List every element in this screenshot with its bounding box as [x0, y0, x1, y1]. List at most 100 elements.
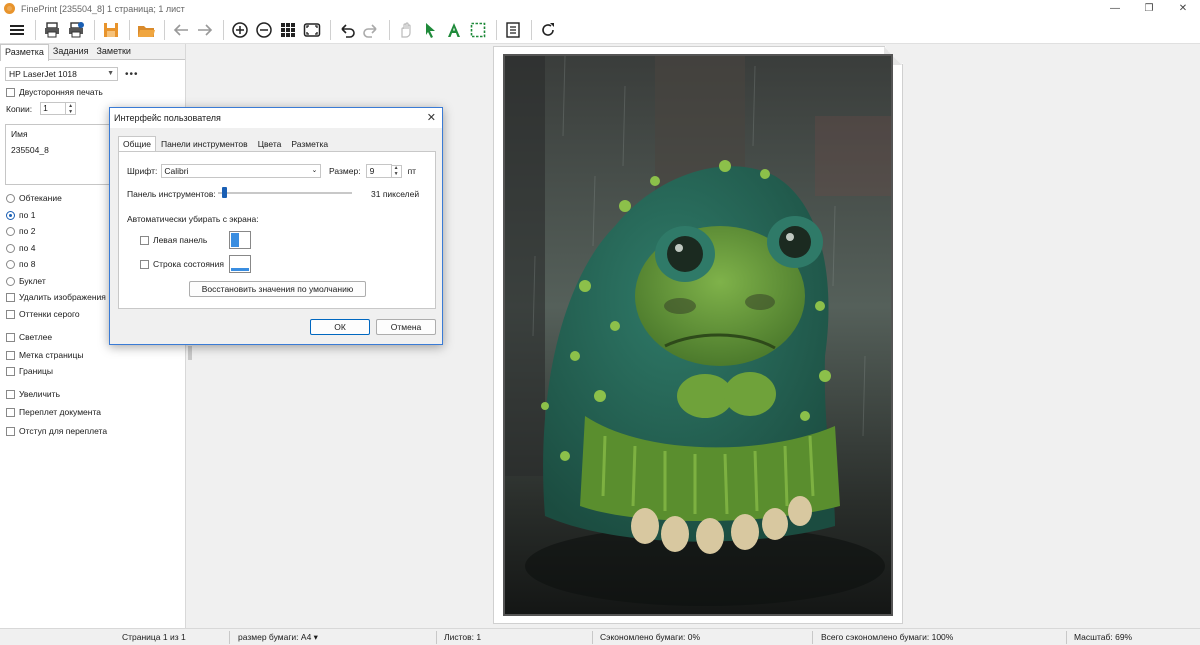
- tab-layout[interactable]: Разметка: [0, 44, 49, 61]
- size-unit: пт: [407, 166, 417, 176]
- layout-1up-label: по 1: [19, 210, 36, 220]
- layout-8up-radio[interactable]: [6, 259, 15, 269]
- font-label: Шрифт:: [127, 166, 158, 176]
- notes-icon[interactable]: [502, 19, 524, 41]
- status-total-saved: Всего сэкономлено бумаги: 100%: [821, 632, 954, 642]
- document-binding-label: Переплет документа: [19, 407, 101, 417]
- dialog-tab-layout[interactable]: Разметка: [286, 136, 333, 151]
- fit-page-icon[interactable]: [301, 19, 323, 41]
- dialog-tabs: Общие Панели инструментов Цвета Разметка: [118, 136, 333, 152]
- toolbar-size-label: Панель инструментов:: [127, 189, 216, 199]
- binding-margin-checkbox[interactable]: [6, 426, 15, 436]
- maximize-button[interactable]: ❐: [1132, 0, 1166, 17]
- font-size-stepper[interactable]: ▲ ▼: [391, 164, 402, 178]
- pointer-tool-icon[interactable]: [419, 19, 441, 41]
- toolbar-size-slider-track[interactable]: [218, 192, 352, 194]
- save-icon[interactable]: [100, 19, 122, 41]
- zoom-in-icon[interactable]: [229, 19, 251, 41]
- window-title: FinePrint [235504_8] 1 страница; 1 лист: [21, 3, 185, 14]
- status-page: Страница 1 из 1: [122, 632, 186, 642]
- status-bar-preview-icon: [229, 255, 251, 273]
- enlarge-checkbox[interactable]: [6, 389, 15, 399]
- selection-tool-icon[interactable]: [467, 19, 489, 41]
- menu-icon[interactable]: [6, 19, 28, 41]
- font-size-input[interactable]: 9: [365, 164, 392, 178]
- duplex-label: Двусторонняя печать: [19, 87, 103, 97]
- layout-4up-label: по 4: [19, 243, 36, 253]
- page-image: [503, 54, 893, 616]
- page-mark-label: Метка страницы: [19, 350, 84, 360]
- restore-defaults-button[interactable]: Восстановить значения по умолчанию: [189, 281, 366, 297]
- main-toolbar: [0, 17, 1200, 44]
- dialog-title: Интерфейс пользователя: [114, 113, 221, 123]
- borders-label: Границы: [19, 366, 53, 376]
- text-tool-icon[interactable]: [443, 19, 465, 41]
- copies-input[interactable]: 1: [40, 102, 67, 115]
- chevron-down-icon: ▼: [107, 70, 114, 77]
- close-window-button[interactable]: ✕: [1166, 0, 1200, 17]
- dialog-general-panel: Шрифт: Calibri ⌄ Размер: 9 ▲ ▼ пт Панель …: [118, 151, 436, 309]
- binding-margin-label: Отступ для переплета: [19, 426, 108, 436]
- forward-arrow-icon[interactable]: [194, 19, 216, 41]
- borders-checkbox[interactable]: [6, 366, 15, 376]
- layout-booklet-label: Буклет: [19, 276, 46, 286]
- size-label: Размер:: [329, 166, 361, 176]
- undo-icon[interactable]: [336, 19, 358, 41]
- grid-view-icon[interactable]: [277, 19, 299, 41]
- dialog-tab-general[interactable]: Общие: [118, 136, 156, 152]
- dialog-tab-colors[interactable]: Цвета: [253, 136, 287, 151]
- chevron-down-icon: ⌄: [311, 167, 318, 174]
- font-select[interactable]: Calibri ⌄: [161, 164, 322, 178]
- splitter-grip[interactable]: [188, 346, 192, 360]
- duplex-checkbox[interactable]: [6, 87, 15, 97]
- page-mark-checkbox[interactable]: [6, 350, 15, 360]
- status-paper-size[interactable]: размер бумаги: A4 ▾: [238, 632, 318, 643]
- printer-select[interactable]: HP LaserJet 1018 ▼: [5, 67, 118, 81]
- cancel-button[interactable]: Отмена: [376, 319, 436, 335]
- hand-tool-icon[interactable]: [395, 19, 417, 41]
- back-arrow-icon[interactable]: [170, 19, 192, 41]
- copies-label: Копии:: [6, 103, 33, 114]
- dialog-titlebar[interactable]: Интерфейс пользователя ✕: [110, 108, 442, 128]
- status-zoom[interactable]: Масштаб: 69%: [1074, 632, 1132, 642]
- user-interface-dialog: Интерфейс пользователя ✕ Общие Панели ин…: [109, 107, 443, 345]
- printer-more-button[interactable]: •••: [125, 69, 139, 80]
- remove-images-checkbox[interactable]: [6, 292, 15, 302]
- layout-wrap-radio[interactable]: [6, 193, 15, 203]
- enlarge-label: Увеличить: [19, 389, 60, 399]
- zoom-out-icon[interactable]: [253, 19, 275, 41]
- lighter-label: Светлее: [19, 332, 53, 342]
- autohide-left-panel-checkbox[interactable]: [140, 235, 149, 245]
- remove-images-label: Удалить изображения: [19, 292, 106, 302]
- dialog-close-icon[interactable]: ✕: [427, 111, 436, 124]
- title-bar: FinePrint [235504_8] 1 страница; 1 лист …: [0, 0, 1200, 17]
- refresh-icon[interactable]: [537, 19, 559, 41]
- grayscale-checkbox[interactable]: [6, 309, 15, 319]
- status-paper-saved: Сэкономлено бумаги: 0%: [600, 632, 701, 642]
- document-binding-checkbox[interactable]: [6, 407, 15, 417]
- print-setup-icon[interactable]: [65, 19, 87, 41]
- open-folder-icon[interactable]: [135, 19, 157, 41]
- autohide-status-bar-label: Строка состояния: [153, 259, 224, 269]
- layout-booklet-radio[interactable]: [6, 276, 15, 286]
- layout-1up-radio[interactable]: [6, 210, 15, 220]
- copies-stepper[interactable]: ▲ ▼: [66, 102, 77, 115]
- tab-jobs[interactable]: Задания: [49, 44, 93, 60]
- redo-icon[interactable]: [360, 19, 382, 41]
- layout-2up-label: по 2: [19, 226, 36, 236]
- autohide-left-panel-label: Левая панель: [153, 235, 208, 245]
- print-icon[interactable]: [41, 19, 63, 41]
- layout-2up-radio[interactable]: [6, 226, 15, 236]
- lighter-checkbox[interactable]: [6, 332, 15, 342]
- frog-illustration: [505, 56, 891, 614]
- toolbar-size-slider-thumb[interactable]: [222, 187, 228, 198]
- ok-button[interactable]: ОК: [310, 319, 370, 335]
- sidebar-tabs: Разметка Задания Заметки: [0, 44, 185, 61]
- layout-4up-radio[interactable]: [6, 243, 15, 253]
- autohide-status-bar-checkbox[interactable]: [140, 259, 149, 269]
- fineprint-app-icon: [4, 3, 15, 14]
- minimize-button[interactable]: —: [1098, 0, 1132, 17]
- layout-8up-label: по 8: [19, 259, 36, 269]
- tab-notes[interactable]: Заметки: [92, 44, 134, 60]
- dialog-tab-toolbars[interactable]: Панели инструментов: [156, 136, 253, 151]
